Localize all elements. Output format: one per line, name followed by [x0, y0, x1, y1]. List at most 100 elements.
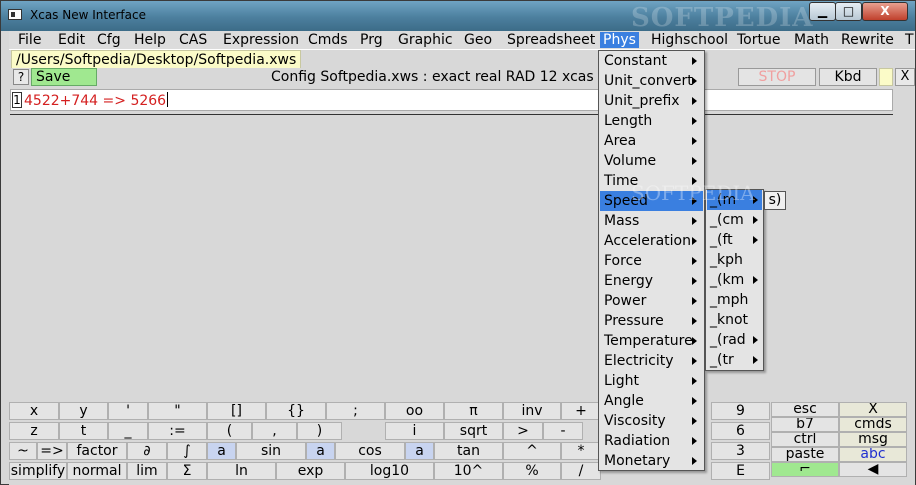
phys-item-length[interactable]: Length: [600, 111, 703, 131]
key-log10[interactable]: log10: [345, 462, 434, 480]
key-cos[interactable]: cos: [335, 442, 405, 460]
key-9[interactable]: 9: [711, 402, 770, 420]
session-color-button[interactable]: [879, 68, 893, 86]
key-a-cos[interactable]: a: [306, 442, 335, 460]
key-b7[interactable]: b7: [771, 417, 839, 432]
key-braces[interactable]: {}: [266, 402, 326, 420]
key-brackets[interactable]: []: [207, 402, 266, 420]
speed-item-kph[interactable]: _kph: [707, 250, 762, 270]
key-paste[interactable]: paste: [771, 447, 839, 462]
file-tab[interactable]: /Users/Softpedia/Desktop/Softpedia.xws: [11, 50, 302, 68]
entry-number[interactable]: 1: [12, 92, 22, 108]
command-text[interactable]: 4522+744 => 5266: [24, 92, 168, 109]
kbd-button[interactable]: Kbd: [819, 68, 877, 86]
key-divide[interactable]: /: [561, 462, 601, 480]
key-normal[interactable]: normal: [67, 462, 127, 480]
phys-item-constant[interactable]: Constant: [600, 51, 703, 71]
phys-item-pressure[interactable]: Pressure: [600, 311, 703, 331]
menu-help[interactable]: Help: [131, 32, 169, 48]
key-10pow[interactable]: 10^: [434, 462, 503, 480]
menu-edit[interactable]: Edit: [55, 32, 88, 48]
key-inv[interactable]: inv: [503, 402, 561, 420]
menu-highschool[interactable]: Highschool: [648, 32, 731, 48]
menu-cmds[interactable]: Cmds: [305, 32, 351, 48]
key-pi[interactable]: π: [444, 402, 503, 420]
key-tilde[interactable]: ~: [9, 442, 37, 460]
phys-item-force[interactable]: Force: [600, 251, 703, 271]
command-entry[interactable]: 1 4522+744 => 5266: [10, 89, 893, 111]
key-sum[interactable]: Σ: [167, 462, 207, 480]
phys-item-speed[interactable]: Speed: [600, 191, 703, 211]
phys-item-unit-convert[interactable]: Unit_convert: [600, 71, 703, 91]
speed-item-knot[interactable]: _knot: [707, 310, 762, 330]
key-a-sin[interactable]: a: [207, 442, 236, 460]
key-lparen[interactable]: (: [207, 422, 252, 440]
menu-geo[interactable]: Geo: [461, 32, 495, 48]
key-i[interactable]: i: [385, 422, 444, 440]
key-a-tan[interactable]: a: [405, 442, 434, 460]
speed-item-tr[interactable]: _(tr: [707, 350, 762, 370]
key-esc[interactable]: esc: [771, 402, 839, 417]
phys-item-mass[interactable]: Mass: [600, 211, 703, 231]
key-quote[interactable]: ': [108, 402, 148, 420]
phys-item-energy[interactable]: Energy: [600, 271, 703, 291]
phys-item-acceleration[interactable]: Acceleration: [600, 231, 703, 251]
key-greater[interactable]: >: [503, 422, 543, 440]
menu-file[interactable]: File: [15, 32, 44, 48]
phys-item-power[interactable]: Power: [600, 291, 703, 311]
key-percent[interactable]: %: [503, 462, 561, 480]
key-rparen[interactable]: ): [297, 422, 342, 440]
key-abc[interactable]: abc: [839, 447, 907, 462]
phys-item-volume[interactable]: Volume: [600, 151, 703, 171]
key-sqrt[interactable]: sqrt: [444, 422, 503, 440]
key-z[interactable]: z: [9, 422, 59, 440]
key-minus[interactable]: -: [543, 422, 583, 440]
key-factor[interactable]: factor: [67, 442, 127, 460]
key-y[interactable]: y: [59, 402, 108, 420]
stop-button[interactable]: STOP: [738, 68, 816, 86]
phys-item-time[interactable]: Time: [600, 171, 703, 191]
key-ln[interactable]: ln: [207, 462, 276, 480]
key-cmds[interactable]: cmds: [839, 417, 907, 432]
key-derivative[interactable]: ∂: [127, 442, 167, 460]
key-sin[interactable]: sin: [236, 442, 306, 460]
key-times[interactable]: *: [561, 442, 601, 460]
phys-item-monetary[interactable]: Monetary: [600, 451, 703, 471]
close-session-button[interactable]: X: [895, 68, 915, 86]
phys-item-electricity[interactable]: Electricity: [600, 351, 703, 371]
menu-tortue[interactable]: Tortue: [734, 32, 783, 48]
key-plus[interactable]: +: [561, 402, 601, 420]
key-x-close[interactable]: X: [839, 402, 907, 417]
menu-phys[interactable]: Phys: [600, 32, 639, 48]
key-power[interactable]: ^: [503, 442, 561, 460]
close-window-button[interactable]: X: [862, 2, 908, 21]
key-simplify[interactable]: simplify: [9, 462, 67, 480]
menu-rewrite[interactable]: Rewrite: [838, 32, 897, 48]
session-area[interactable]: 1 4522+744 => 5266: [9, 87, 915, 402]
key-green-action[interactable]: ⌐: [771, 462, 839, 477]
menu-spreadsheet[interactable]: Spreadsheet: [504, 32, 598, 48]
phys-item-angle[interactable]: Angle: [600, 391, 703, 411]
key-e[interactable]: E: [711, 462, 770, 480]
key-back[interactable]: ◀: [839, 462, 907, 477]
key-integral[interactable]: ∫: [167, 442, 207, 460]
menu-graphic[interactable]: Graphic: [395, 32, 456, 48]
menu-cas[interactable]: CAS: [176, 32, 210, 48]
speed-item-mph[interactable]: _mph: [707, 290, 762, 310]
key-3[interactable]: 3: [711, 442, 770, 460]
key-store[interactable]: =>: [37, 442, 67, 460]
phys-item-light[interactable]: Light: [600, 371, 703, 391]
menu-expression[interactable]: Expression: [220, 32, 302, 48]
menu-t[interactable]: T: [902, 32, 916, 48]
help-button[interactable]: ?: [13, 69, 29, 85]
key-ctrl[interactable]: ctrl: [771, 432, 839, 447]
key-6[interactable]: 6: [711, 422, 770, 440]
menu-prg[interactable]: Prg: [357, 32, 386, 48]
speed-item-km[interactable]: _(km: [707, 270, 762, 290]
key-comma[interactable]: ,: [252, 422, 297, 440]
phys-item-viscosity[interactable]: Viscosity: [600, 411, 703, 431]
maximize-button[interactable]: □: [835, 2, 862, 21]
key-exp[interactable]: exp: [276, 462, 345, 480]
key-underscore[interactable]: _: [108, 422, 148, 440]
speed-item-rad[interactable]: _(rad: [707, 330, 762, 350]
